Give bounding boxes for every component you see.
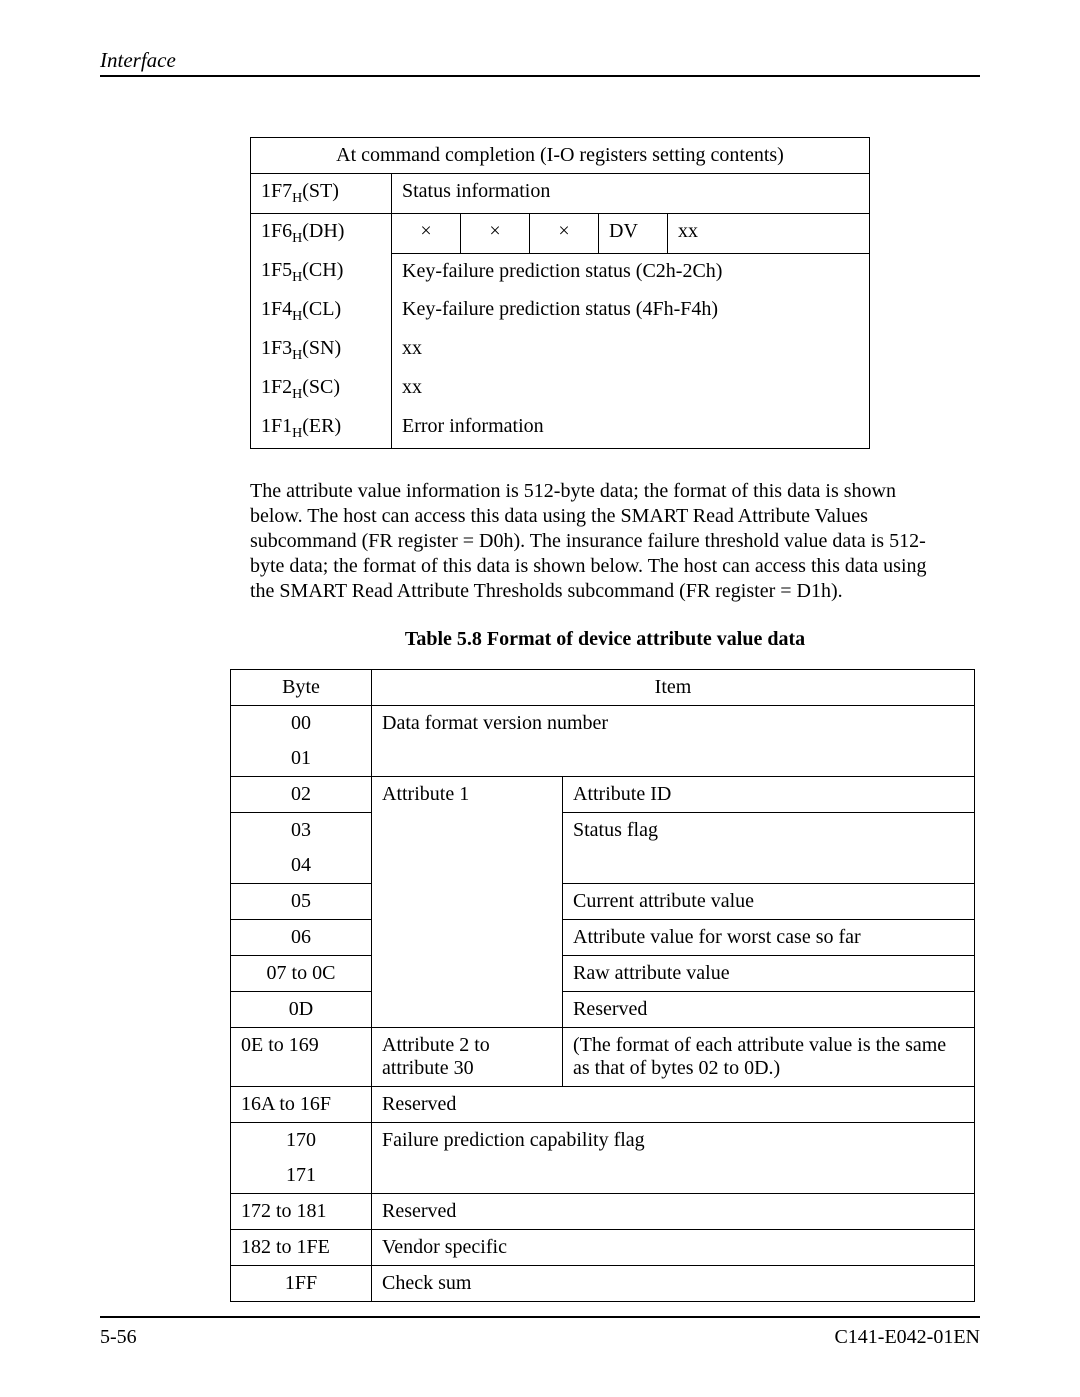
reg-1f5: 1F5H(CH): [251, 253, 392, 292]
byte-182: 182 to 1FE: [231, 1230, 372, 1266]
byte-0d: 0D: [231, 992, 372, 1028]
th-item: Item: [372, 670, 975, 706]
cell-x2: ×: [461, 214, 530, 254]
reg-num: 1F3: [261, 337, 292, 359]
reg-num: 1F2: [261, 376, 292, 398]
reg-1f2: 1F2H(SC): [251, 370, 392, 409]
reg-sub: H: [292, 387, 302, 402]
cell-xx: xx: [668, 214, 870, 254]
reg-num: 1F7: [261, 180, 292, 202]
reg-num: 1F5: [261, 259, 292, 281]
reg-1f2-desc: xx: [392, 370, 870, 409]
cell-x3: ×: [530, 214, 599, 254]
reg-1f7: 1F7H(ST): [251, 174, 392, 214]
reg-sub: H: [292, 191, 302, 206]
reg-mn: (DH): [302, 220, 344, 242]
table2-caption: Table 5.8 Format of device attribute val…: [230, 628, 980, 651]
item-00: Data format version number: [372, 706, 975, 777]
doc-id: C141-E042-01EN: [834, 1326, 980, 1349]
reg-1f6: 1F6H(DH): [251, 214, 392, 254]
item-16a: Reserved: [372, 1087, 975, 1123]
reg-mn: (CH): [302, 259, 343, 281]
reg-mn: (ST): [302, 180, 339, 202]
cell-x1: ×: [392, 214, 461, 254]
byte-01: 01: [231, 741, 372, 777]
reg-mn: (CL): [302, 298, 341, 320]
attr-1: Attribute 1: [372, 777, 563, 813]
byte-00: 00: [231, 706, 372, 742]
byte-06: 06: [231, 920, 372, 956]
reg-1f4-desc: Key-failure prediction status (4Fh-F4h): [392, 292, 870, 331]
byte-16a: 16A to 16F: [231, 1087, 372, 1123]
item-1ff: Check sum: [372, 1266, 975, 1302]
attr-blank: [372, 956, 563, 992]
reg-mn: (SN): [302, 337, 341, 359]
item-0d: Reserved: [563, 992, 975, 1028]
reg-mn: (SC): [302, 376, 340, 398]
attr-blank: [372, 884, 563, 920]
byte-04: 04: [231, 848, 372, 884]
body-paragraph: The attribute value information is 512-b…: [250, 479, 950, 604]
byte-171: 171: [231, 1158, 372, 1194]
item-02: Attribute ID: [563, 777, 975, 813]
table1-title: At command completion (I-O registers set…: [251, 138, 870, 174]
item-0e: (The format of each attribute value is t…: [563, 1028, 975, 1087]
item-172: Reserved: [372, 1194, 975, 1230]
reg-1f4: 1F4H(CL): [251, 292, 392, 331]
reg-sub: H: [292, 231, 302, 246]
attr-blank: [372, 848, 563, 884]
reg-1f3: 1F3H(SN): [251, 331, 392, 370]
item-05: Current attribute value: [563, 884, 975, 920]
item-03: Status flag: [563, 813, 975, 849]
item-170: Failure prediction capability flag: [372, 1123, 975, 1194]
page-header: Interface: [100, 48, 980, 77]
item-182: Vendor specific: [372, 1230, 975, 1266]
byte-05: 05: [231, 884, 372, 920]
io-registers-table: At command completion (I-O registers set…: [250, 137, 870, 449]
byte-03: 03: [231, 813, 372, 849]
attr-blank: [372, 992, 563, 1028]
reg-1f3-desc: xx: [392, 331, 870, 370]
reg-1f1-desc: Error information: [392, 409, 870, 449]
item-06: Attribute value for worst case so far: [563, 920, 975, 956]
attribute-value-table: Byte Item 00 Data format version number …: [230, 669, 975, 1302]
item-04: [563, 848, 975, 884]
reg-num: 1F4: [261, 298, 292, 320]
reg-1f5-desc: Key-failure prediction status (C2h-2Ch): [392, 253, 870, 292]
reg-sub: H: [292, 426, 302, 441]
byte-02: 02: [231, 777, 372, 813]
reg-sub: H: [292, 309, 302, 324]
cell-dv: DV: [599, 214, 668, 254]
reg-sub: H: [292, 270, 302, 285]
byte-170: 170: [231, 1123, 372, 1159]
attr-blank: [372, 920, 563, 956]
byte-1ff: 1FF: [231, 1266, 372, 1302]
byte-07: 07 to 0C: [231, 956, 372, 992]
byte-172: 172 to 181: [231, 1194, 372, 1230]
reg-sub: H: [292, 348, 302, 363]
page-footer: 5-56 C141-E042-01EN: [100, 1316, 980, 1349]
reg-num: 1F6: [261, 220, 292, 242]
attr-2-30: Attribute 2 to attribute 30: [372, 1028, 563, 1087]
reg-1f7-desc: Status information: [392, 174, 870, 214]
item-07: Raw attribute value: [563, 956, 975, 992]
reg-mn: (ER): [302, 415, 341, 437]
reg-num: 1F1: [261, 415, 292, 437]
byte-0e: 0E to 169: [231, 1028, 372, 1087]
page-number: 5-56: [100, 1326, 137, 1349]
attr-blank: [372, 813, 563, 849]
th-byte: Byte: [231, 670, 372, 706]
reg-1f1: 1F1H(ER): [251, 409, 392, 449]
